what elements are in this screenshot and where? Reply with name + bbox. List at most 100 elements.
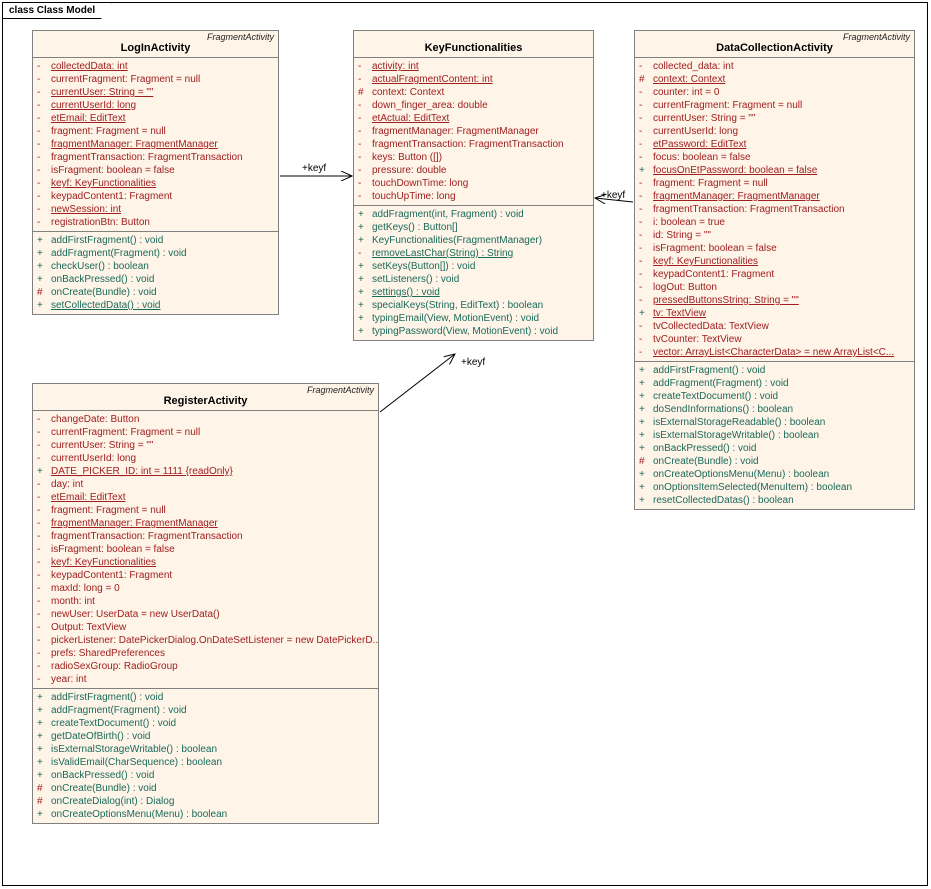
operations: +addFragment(int, Fragment) : void+getKe… — [354, 206, 593, 340]
attribute-row: -fragment: Fragment = null — [33, 504, 378, 517]
attribute-row: -prefs: SharedPreferences — [33, 647, 378, 660]
attribute-row: -fragmentTransaction: FragmentTransactio… — [354, 138, 593, 151]
operation-row: #onCreate(Bundle) : void — [33, 782, 378, 795]
class-name: DataCollectionActivity — [635, 42, 914, 58]
attribute-row: -currentFragment: Fragment = null — [33, 426, 378, 439]
attribute-row: -currentUser: String = "" — [635, 112, 914, 125]
stereotype: FragmentActivity — [33, 31, 278, 42]
operation-row: +specialKeys(String, EditText) : boolean — [354, 299, 593, 312]
attribute-row: #context: Context — [354, 86, 593, 99]
attribute-row: -keys: Button ([]) — [354, 151, 593, 164]
operation-row: +setKeys(Button[]) : void — [354, 260, 593, 273]
attributes: -activity: int-actualFragmentContent: in… — [354, 58, 593, 206]
operation-row: +createTextDocument() : void — [33, 717, 378, 730]
operation-row: #onCreate(Bundle) : void — [635, 455, 914, 468]
frame-title: class Class Model — [2, 2, 112, 19]
attribute-row: -fragmentManager: FragmentManager — [33, 517, 378, 530]
attribute-row: -month: int — [33, 595, 378, 608]
operation-row: +onCreateOptionsMenu(Menu) : boolean — [635, 468, 914, 481]
attribute-row: -Output: TextView — [33, 621, 378, 634]
attribute-row: -keyf: KeyFunctionalities — [635, 255, 914, 268]
attribute-row: -tvCounter: TextView — [635, 333, 914, 346]
attribute-row: -vector: ArrayList<CharacterData> = new … — [635, 346, 914, 359]
class-name: RegisterActivity — [33, 395, 378, 411]
class-datacollection: FragmentActivity DataCollectionActivity … — [634, 30, 915, 510]
class-login: FragmentActivity LogInActivity -collecte… — [32, 30, 279, 315]
operations: +addFirstFragment() : void+addFragment(F… — [33, 689, 378, 823]
attribute-row: -isFragment: boolean = false — [33, 164, 278, 177]
role-keyf-data: +keyf — [601, 190, 625, 201]
operation-row: +addFragment(Fragment) : void — [33, 247, 278, 260]
operation-row: +setCollectedData() : void — [33, 299, 278, 312]
attribute-row: -radioSexGroup: RadioGroup — [33, 660, 378, 673]
attribute-row: -fragmentTransaction: FragmentTransactio… — [635, 203, 914, 216]
attribute-row: -pressedButtonsString: String = "" — [635, 294, 914, 307]
attribute-row: -etActual: EditText — [354, 112, 593, 125]
attribute-row: -isFragment: boolean = false — [635, 242, 914, 255]
operation-row: +addFragment(Fragment) : void — [635, 377, 914, 390]
stereotype: FragmentActivity — [33, 384, 378, 395]
operation-row: #onCreateDialog(int) : Dialog — [33, 795, 378, 808]
operation-row: +isValidEmail(CharSequence) : boolean — [33, 756, 378, 769]
attribute-row: -currentUserId: long — [33, 452, 378, 465]
operation-row: +getKeys() : Button[] — [354, 221, 593, 234]
attribute-row: -collectedData: int — [33, 60, 278, 73]
attribute-row: -pickerListener: DatePickerDialog.OnDate… — [33, 634, 378, 647]
attribute-row: -etPassword: EditText — [635, 138, 914, 151]
attribute-row: -touchDownTime: long — [354, 177, 593, 190]
attribute-row: -isFragment: boolean = false — [33, 543, 378, 556]
stereotype — [354, 31, 593, 42]
operation-row: +isExternalStorageReadable() : boolean — [635, 416, 914, 429]
attribute-row: -currentFragment: Fragment = null — [635, 99, 914, 112]
attribute-row: -keyf: KeyFunctionalities — [33, 556, 378, 569]
operation-row: +addFragment(int, Fragment) : void — [354, 208, 593, 221]
operation-row: +createTextDocument() : void — [635, 390, 914, 403]
operation-row: +onOptionsItemSelected(MenuItem) : boole… — [635, 481, 914, 494]
attribute-row: -pressure: double — [354, 164, 593, 177]
attribute-row: -registrationBtn: Button — [33, 216, 278, 229]
operation-row: +addFirstFragment() : void — [635, 364, 914, 377]
attribute-row: -focus: boolean = false — [635, 151, 914, 164]
attribute-row: +DATE_PICKER_ID: int = 1111 {readOnly} — [33, 465, 378, 478]
attribute-row: -changeDate: Button — [33, 413, 378, 426]
attribute-row: -down_finger_area: double — [354, 99, 593, 112]
attribute-row: -fragmentManager: FragmentManager — [635, 190, 914, 203]
class-name: LogInActivity — [33, 42, 278, 58]
class-keyfunctionalities: KeyFunctionalities -activity: int-actual… — [353, 30, 594, 341]
attribute-row: -maxId: long = 0 — [33, 582, 378, 595]
attribute-row: -keypadContent1: Fragment — [33, 190, 278, 203]
operations: +addFirstFragment() : void+addFragment(F… — [635, 362, 914, 509]
attribute-row: -keypadContent1: Fragment — [635, 268, 914, 281]
attribute-row: -newUser: UserData = new UserData() — [33, 608, 378, 621]
operation-row: +onBackPressed() : void — [33, 273, 278, 286]
attribute-row: -i: boolean = true — [635, 216, 914, 229]
operation-row: +setListeners() : void — [354, 273, 593, 286]
attribute-row: -activity: int — [354, 60, 593, 73]
operations: +addFirstFragment() : void+addFragment(F… — [33, 232, 278, 314]
class-name: KeyFunctionalities — [354, 42, 593, 58]
operation-row: -removeLastChar(String) : String — [354, 247, 593, 260]
attributes: -collectedData: int-currentFragment: Fra… — [33, 58, 278, 232]
attribute-row: -fragmentTransaction: FragmentTransactio… — [33, 530, 378, 543]
attribute-row: -tvCollectedData: TextView — [635, 320, 914, 333]
operation-row: +getDateOfBirth() : void — [33, 730, 378, 743]
attribute-row: #context: Context — [635, 73, 914, 86]
attribute-row: -counter: int = 0 — [635, 86, 914, 99]
operation-row: +addFirstFragment() : void — [33, 234, 278, 247]
attribute-row: +focusOnEtPassword: boolean = false — [635, 164, 914, 177]
attribute-row: -logOut: Button — [635, 281, 914, 294]
attribute-row: -etEmail: EditText — [33, 112, 278, 125]
attribute-row: -touchUpTime: long — [354, 190, 593, 203]
attribute-row: -id: String = "" — [635, 229, 914, 242]
attribute-row: -newSession: int — [33, 203, 278, 216]
attribute-row: -collected_data: int — [635, 60, 914, 73]
operation-row: #onCreate(Bundle) : void — [33, 286, 278, 299]
operation-row: +onBackPressed() : void — [33, 769, 378, 782]
attributes: -changeDate: Button-currentFragment: Fra… — [33, 411, 378, 689]
operation-row: +doSendInformations() : boolean — [635, 403, 914, 416]
stereotype: FragmentActivity — [635, 31, 914, 42]
attribute-row: -currentFragment: Fragment = null — [33, 73, 278, 86]
class-register: FragmentActivity RegisterActivity -chang… — [32, 383, 379, 824]
operation-row: +checkUser() : boolean — [33, 260, 278, 273]
attribute-row: -day: int — [33, 478, 378, 491]
